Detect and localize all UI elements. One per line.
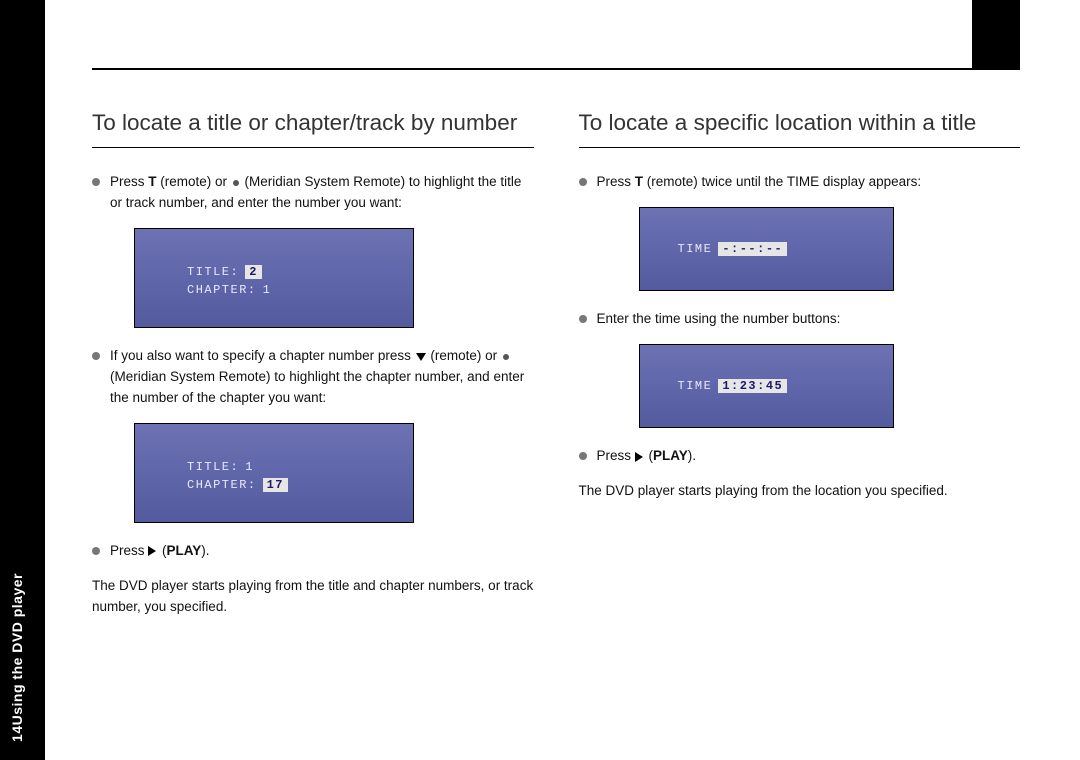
sidebar: 14Using the DVD player [0, 0, 45, 760]
screenshot-time-empty: TIME -:--:-- [639, 207, 894, 291]
osd-time-label: TIME [678, 242, 713, 256]
screenshot-time-filled: TIME 1:23:45 [639, 344, 894, 428]
page: 14Using the DVD player To locate a title… [0, 0, 1080, 760]
sidebar-label: 14Using the DVD player [9, 573, 25, 742]
bullet-icon [233, 180, 239, 186]
page-number: 14 [9, 725, 25, 742]
osd-chapter-row: CHAPTER: 17 [187, 478, 288, 492]
right-column: To locate a specific location within a t… [579, 108, 1021, 632]
osd-chapter-row: CHAPTER: 1 [187, 283, 271, 297]
screenshot-title-chapter-2: TITLE: 1 CHAPTER: 17 [134, 423, 414, 523]
osd-title-value: 2 [245, 265, 262, 279]
section-name: Using the DVD player [9, 573, 25, 725]
bullet-icon [503, 354, 509, 360]
left-column: To locate a title or chapter/track by nu… [92, 108, 534, 632]
osd-chapter-value: 17 [263, 478, 288, 492]
osd-chapter-label: CHAPTER: [187, 283, 257, 297]
heading-locate-within-title: To locate a specific location within a t… [579, 108, 1021, 148]
osd-time-row: TIME 1:23:45 [678, 379, 788, 393]
steps-right-3: Press (PLAY). [579, 446, 1021, 467]
osd-time-label: TIME [678, 379, 713, 393]
osd-chapter-value: 1 [263, 283, 272, 297]
top-rule [92, 68, 1020, 70]
corner-block [972, 0, 1020, 68]
key-play: PLAY [653, 448, 688, 463]
osd-chapter-label: CHAPTER: [187, 478, 257, 492]
osd-title-value: 1 [245, 460, 254, 474]
play-icon [148, 546, 156, 556]
right-outro: The DVD player starts playing from the l… [579, 481, 1021, 502]
key-t: T [635, 174, 643, 189]
steps-left-2: If you also want to specify a chapter nu… [92, 346, 534, 409]
columns: To locate a title or chapter/track by nu… [92, 108, 1020, 632]
steps-left: Press T (remote) or (Meridian System Rem… [92, 172, 534, 214]
osd-time-value: 1:23:45 [718, 379, 787, 393]
heading-locate-by-number: To locate a title or chapter/track by nu… [92, 108, 534, 148]
step-enter-time: Enter the time using the number buttons: [579, 309, 1021, 330]
content-area: To locate a title or chapter/track by nu… [92, 68, 1020, 742]
step-press-t-twice: Press T (remote) twice until the TIME di… [579, 172, 1021, 193]
step-press-play-left: Press (PLAY). [92, 541, 534, 562]
steps-left-3: Press (PLAY). [92, 541, 534, 562]
osd-title-row: TITLE: 1 [187, 460, 254, 474]
steps-right: Press T (remote) twice until the TIME di… [579, 172, 1021, 193]
osd-time-value: -:--:-- [718, 242, 787, 256]
key-t: T [148, 174, 156, 189]
key-play: PLAY [167, 543, 202, 558]
step-press-play-right: Press (PLAY). [579, 446, 1021, 467]
left-outro: The DVD player starts playing from the t… [92, 576, 534, 618]
osd-title-label: TITLE: [187, 460, 239, 474]
down-arrow-icon [416, 353, 426, 361]
step-press-t-highlight: Press T (remote) or (Meridian System Rem… [92, 172, 534, 214]
steps-right-2: Enter the time using the number buttons: [579, 309, 1021, 330]
osd-time-row: TIME -:--:-- [678, 242, 788, 256]
play-icon [635, 452, 643, 462]
step-specify-chapter: If you also want to specify a chapter nu… [92, 346, 534, 409]
screenshot-title-chapter-1: TITLE: 2 CHAPTER: 1 [134, 228, 414, 328]
osd-title-row: TITLE: 2 [187, 265, 262, 279]
osd-title-label: TITLE: [187, 265, 239, 279]
